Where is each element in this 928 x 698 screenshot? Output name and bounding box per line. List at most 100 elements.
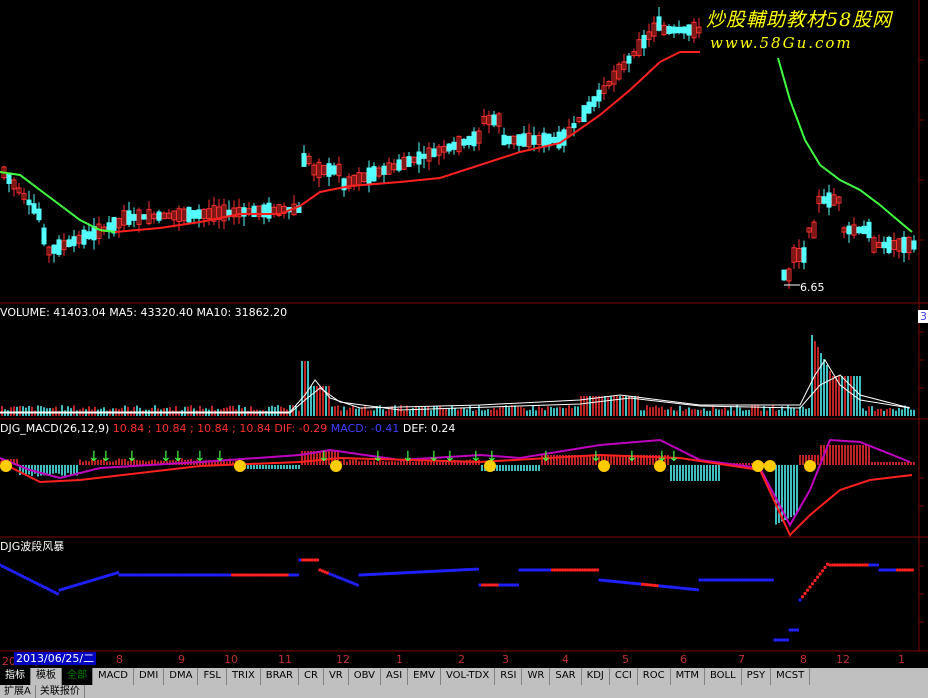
macd-panel-label: DJG_MACD(26,12,9) 10.84 ; 10.84 ; 10.84 …	[0, 422, 455, 435]
price-candle	[571, 123, 577, 129]
tab-dmi[interactable]: DMI	[134, 668, 165, 685]
tab-macd[interactable]: MACD	[93, 668, 134, 685]
price-candle	[846, 225, 852, 235]
price-candle	[251, 205, 257, 218]
month-label: 9	[178, 653, 185, 666]
volume-bars	[1, 335, 915, 416]
macd-down-arrow: ↓	[372, 449, 384, 465]
price-ma-green-line-right	[777, 57, 913, 233]
macd-down-arrow: ↓	[172, 449, 184, 465]
price-candle	[131, 213, 137, 221]
wave-dot	[115, 571, 120, 575]
month-label: 11	[278, 653, 292, 666]
price-candle	[431, 148, 437, 158]
tab-obv[interactable]: OBV	[349, 668, 381, 685]
date-axis: 2013年 8910111212345678121	[0, 652, 928, 668]
tab-templates[interactable]: 模板	[31, 668, 62, 685]
price-candle	[406, 156, 412, 167]
price-candle	[36, 208, 42, 221]
tab-cci[interactable]: CCI	[610, 668, 638, 685]
indicator-tab-bar: 指标 模板 全部 MACD DMI DMA FSL TRIX BRAR CR VR OBV ASI…	[0, 668, 928, 685]
tab-asi[interactable]: ASI	[381, 668, 409, 685]
tab-kdj[interactable]: KDJ	[582, 668, 610, 685]
price-candle	[156, 211, 162, 221]
price-candle	[226, 209, 232, 216]
wave-dot	[770, 578, 775, 582]
price-candle	[111, 216, 117, 234]
bottom-tab-row: 扩展A 关联报价	[0, 685, 928, 698]
volume-ma5-line	[0, 359, 911, 413]
tab-cr[interactable]: CR	[299, 668, 324, 685]
wave-dot	[55, 592, 60, 596]
price-candle	[451, 141, 457, 150]
price-candle	[821, 196, 827, 204]
macd-down-arrow: ↓	[100, 449, 112, 465]
tab-rsi[interactable]: RSI	[495, 668, 523, 685]
cursor-date-label: 2013/06/25/二	[14, 652, 97, 665]
price-candle	[561, 129, 567, 146]
wave-dot	[355, 583, 360, 587]
price-candle	[301, 153, 307, 167]
macd-down-arrow: ↓	[444, 449, 456, 465]
month-label: 12	[336, 653, 350, 666]
price-candle	[421, 153, 427, 159]
price-candle	[446, 143, 452, 152]
macd-face-icon	[0, 460, 12, 472]
tab-psy[interactable]: PSY	[742, 668, 772, 685]
price-candle	[866, 221, 872, 239]
tab-brar[interactable]: BRAR	[261, 668, 299, 685]
tab-mtm[interactable]: MTM	[671, 668, 705, 685]
tab-roc[interactable]: ROC	[638, 668, 671, 685]
price-candle	[126, 210, 132, 225]
wave-dot	[805, 588, 810, 592]
price-candle	[191, 210, 197, 219]
price-candle	[521, 133, 527, 147]
month-label: 6	[680, 653, 687, 666]
tab-vol-tdx[interactable]: VOL-TDX	[441, 668, 496, 685]
price-candle	[471, 131, 477, 147]
tab-emv[interactable]: EMV	[408, 668, 441, 685]
month-label: 3	[502, 653, 509, 666]
price-candle	[56, 239, 62, 256]
price-candle	[261, 204, 267, 218]
macd-down-arrow: ↓	[194, 449, 206, 465]
macd-down-arrow: ↓	[318, 449, 330, 465]
macd-dif-label: DIF: -0.29	[274, 422, 328, 435]
watermark-url: www.58Gu.com	[710, 34, 853, 52]
wave-dot	[803, 591, 807, 596]
price-candle	[506, 135, 512, 145]
price-candle	[141, 214, 147, 220]
tab-dma[interactable]: DMA	[164, 668, 199, 685]
wave-dot	[295, 573, 300, 577]
tab-mcst[interactable]: MCST	[771, 668, 811, 685]
price-candle	[81, 229, 87, 245]
price-candle	[541, 132, 547, 148]
price-candle	[186, 206, 192, 223]
tab-sar[interactable]: SAR	[550, 668, 582, 685]
price-candle	[551, 136, 557, 144]
price-candle	[586, 101, 592, 114]
tab-trix[interactable]: TRIX	[227, 668, 261, 685]
price-candle	[41, 227, 47, 245]
tab-wr[interactable]: WR	[522, 668, 551, 685]
tab-vr[interactable]: VR	[324, 668, 349, 685]
month-label: 12	[836, 653, 850, 666]
watermark-title: 炒股輔助教材58股网	[706, 9, 893, 31]
wave-dot	[800, 595, 805, 599]
price-candle	[491, 114, 497, 126]
tab-indicators[interactable]: 指标	[0, 668, 31, 685]
stock-chart[interactable]: ↓ ↓ ↓ ↓ ↓ ↓ ↓ ↓ ↓ ↓ ↓ ↓ ↓ ↓ ↓ ↓ ↓ ↓ ↓ 6.65	[0, 0, 928, 698]
price-candle	[326, 163, 332, 177]
price-candle	[546, 133, 552, 147]
wave-dot	[813, 578, 817, 583]
price-candle	[881, 241, 887, 249]
bottom-tab-0[interactable]: 扩展A	[0, 685, 36, 698]
price-candle	[31, 203, 37, 214]
tab-fsl[interactable]: FSL	[198, 668, 227, 685]
price-candle	[666, 25, 672, 35]
month-label: 8	[800, 653, 807, 666]
tab-boll[interactable]: BOLL	[705, 668, 742, 685]
bottom-tab-1[interactable]: 关联报价	[36, 685, 85, 698]
tab-all[interactable]: 全部	[62, 668, 93, 685]
price-candle	[466, 136, 472, 146]
